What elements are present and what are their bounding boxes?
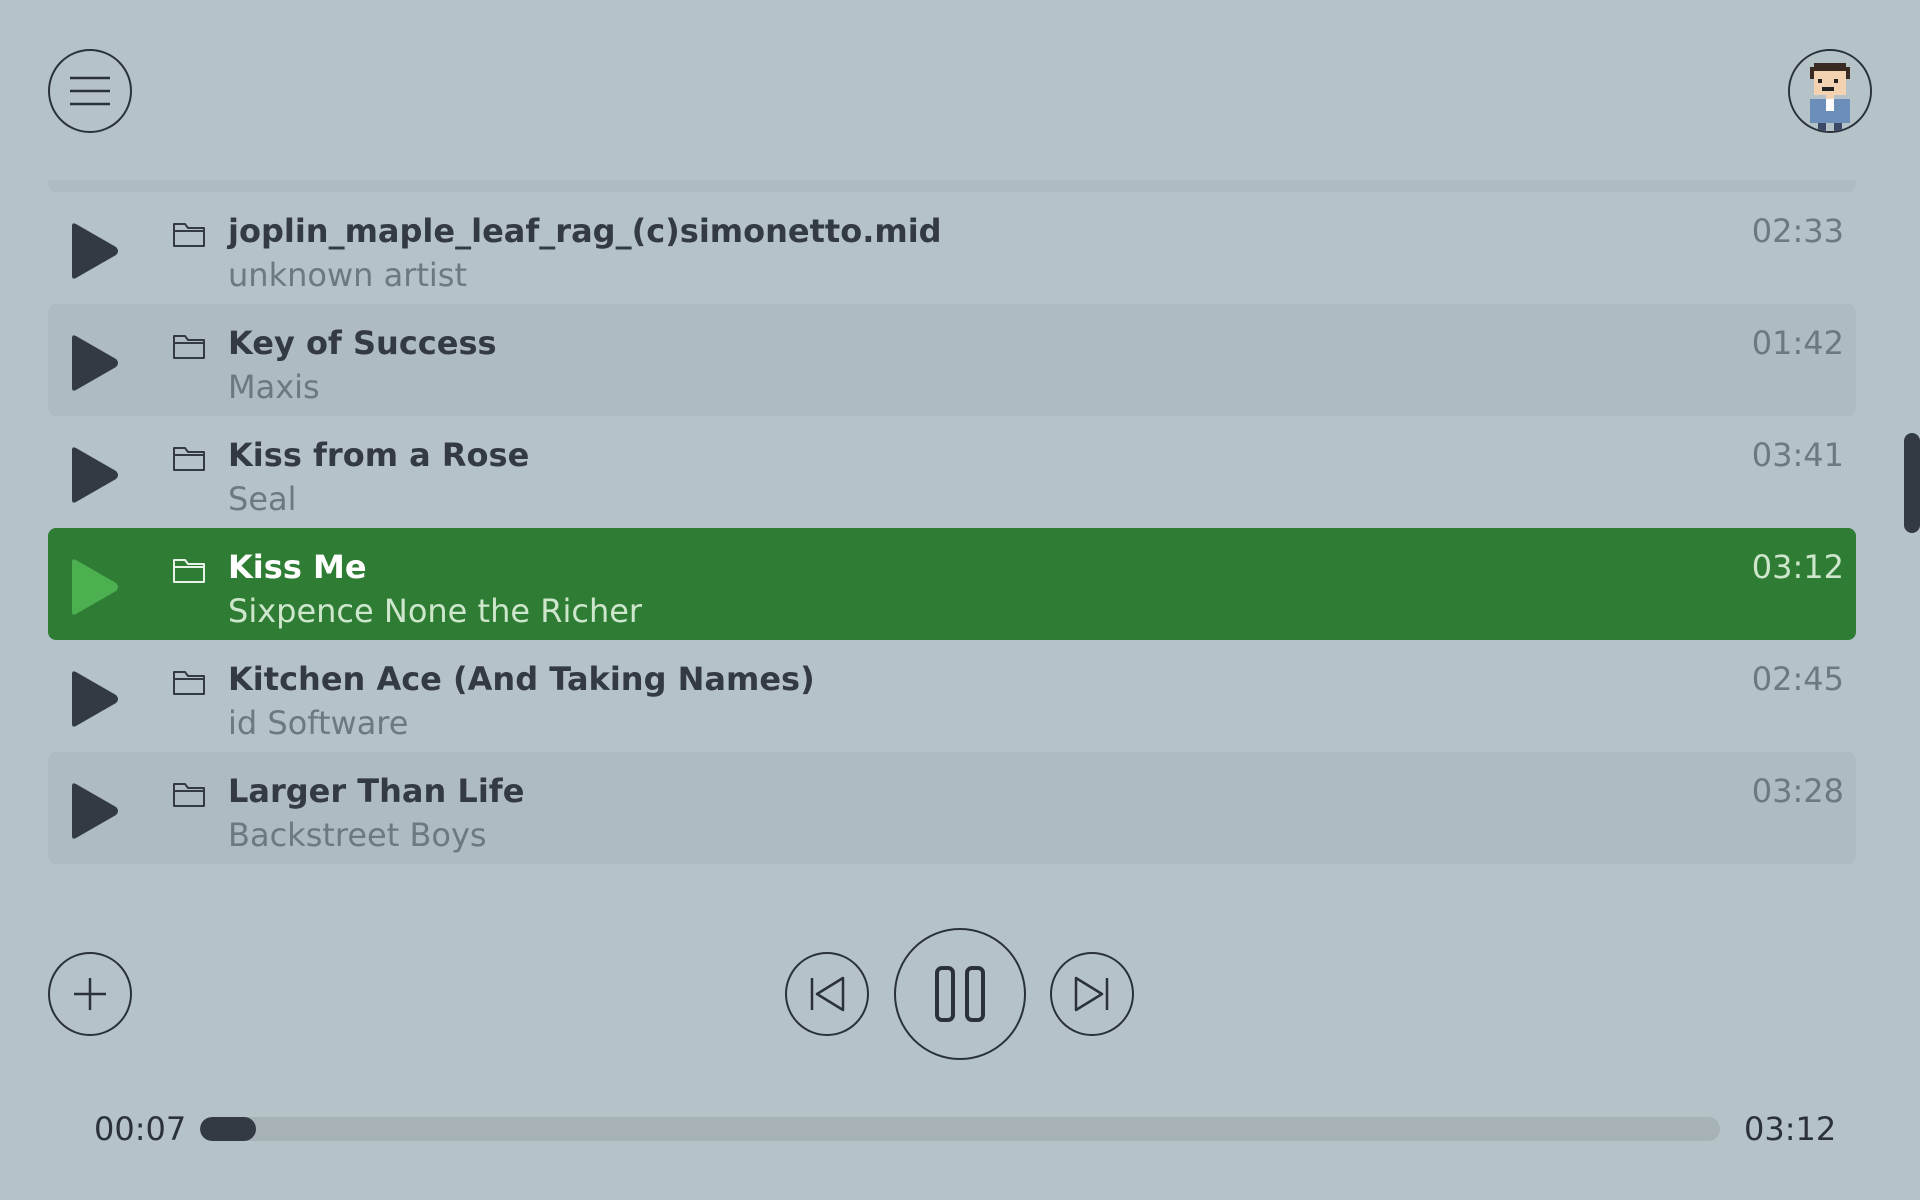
track-duration: 03:41	[1751, 436, 1844, 474]
previous-track-button[interactable]	[785, 952, 869, 1036]
play-icon[interactable]	[66, 220, 122, 282]
elapsed-time: 00:07	[94, 1110, 187, 1148]
track-title: Kitchen Ace (And Taking Names)	[228, 660, 815, 698]
skip-previous-icon	[810, 976, 845, 1012]
track-artist: unknown artist	[228, 180, 467, 182]
play-icon[interactable]	[66, 668, 122, 730]
track-duration: 01:42	[1751, 324, 1844, 362]
track-row[interactable]: joplin_maple_leaf_rag_(c)simonetto.midun…	[48, 192, 1856, 304]
track-artist: Sixpence None the Richer	[228, 592, 643, 630]
folder-icon[interactable]	[172, 780, 206, 808]
track-duration: 02:45	[1751, 660, 1844, 698]
plus-icon	[74, 978, 106, 1010]
progress-fill	[200, 1117, 257, 1141]
track-title: Key of Success	[228, 324, 497, 362]
track-title: joplin_maple_leaf_rag_(c)simonetto.mid	[228, 212, 942, 250]
track-duration: 03:28	[1751, 772, 1844, 810]
track-title: Kiss Me	[228, 548, 367, 586]
folder-icon[interactable]	[172, 444, 206, 472]
track-artist: unknown artist	[228, 256, 467, 294]
play-icon[interactable]	[66, 556, 122, 618]
play-icon[interactable]	[66, 332, 122, 394]
menu-button[interactable]	[48, 49, 132, 133]
track-row[interactable]: Kiss from a Rose Seal 03:41	[48, 416, 1856, 528]
pause-icon	[935, 966, 985, 1022]
track-list[interactable]: unknown artistjoplin_maple_leaf_rag_(c)s…	[48, 180, 1856, 879]
track-duration: 02:33	[1751, 212, 1844, 250]
next-track-button[interactable]	[1050, 952, 1134, 1036]
user-avatar-button[interactable]	[1788, 49, 1872, 133]
track-title: Kiss from a Rose	[228, 436, 530, 474]
track-row[interactable]: Kitchen Ace (And Taking Names) id Softwar…	[48, 640, 1856, 752]
track-row[interactable]: Key of Success Maxis 01:42	[48, 304, 1856, 416]
track-row[interactable]: unknown artist	[48, 180, 1856, 192]
track-title: Larger Than Life	[228, 772, 525, 810]
pixel-avatar-icon	[1790, 51, 1870, 131]
progress-bar[interactable]	[200, 1117, 1720, 1141]
folder-icon[interactable]	[172, 220, 206, 248]
total-time: 03:12	[1744, 1110, 1837, 1148]
track-artist: Backstreet Boys	[228, 816, 487, 854]
folder-icon[interactable]	[172, 556, 206, 584]
hamburger-menu-icon	[70, 76, 110, 106]
folder-icon[interactable]	[172, 668, 206, 696]
track-artist: Seal	[228, 480, 297, 518]
track-row[interactable]: Kiss Me Sixpence None the Richer 03:12	[48, 528, 1856, 640]
track-row[interactable]: Larger Than Life Backstreet Boys 03:28	[48, 752, 1856, 864]
play-icon[interactable]	[66, 780, 122, 842]
track-duration: 03:12	[1751, 548, 1844, 586]
folder-icon[interactable]	[172, 332, 206, 360]
scrollbar-thumb[interactable]	[1904, 433, 1920, 533]
skip-next-icon	[1074, 976, 1109, 1012]
track-artist: id Software	[228, 704, 409, 742]
pause-button[interactable]	[894, 928, 1026, 1060]
play-icon[interactable]	[66, 444, 122, 506]
add-button[interactable]	[48, 952, 132, 1036]
track-artist: Maxis	[228, 368, 320, 406]
